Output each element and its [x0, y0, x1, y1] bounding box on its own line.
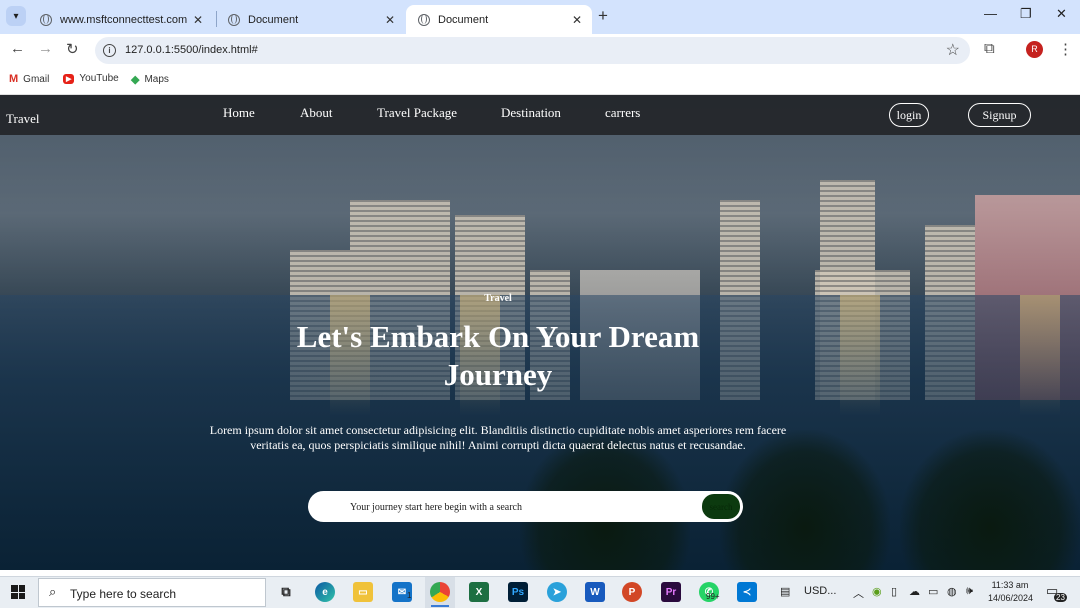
powerpoint-icon[interactable]: P	[622, 582, 642, 602]
address-bar[interactable]: i 127.0.0.1:5500/index.html# ☆	[95, 37, 970, 64]
battery-icon[interactable]: ▭	[928, 585, 938, 598]
site-brand[interactable]: Travel	[6, 111, 39, 127]
profile-avatar[interactable]: R	[1026, 41, 1043, 58]
nav-travel-package[interactable]: Travel Package	[377, 105, 457, 121]
bookmark-label: Maps	[144, 74, 169, 85]
tab-title: Document	[438, 13, 489, 26]
browser-toolbar: ← → ↻ i 127.0.0.1:5500/index.html# ☆	[0, 34, 1080, 66]
new-tab-button[interactable]: +	[598, 6, 608, 26]
whatsapp-badge: 99+	[706, 592, 720, 601]
youtube-icon: ▶	[63, 73, 75, 84]
file-explorer-icon[interactable]: ▭	[353, 582, 373, 602]
taskbar-search-box[interactable]: ⌕ Type here to search	[38, 578, 266, 607]
maps-icon: ◆	[131, 74, 140, 86]
currency-widget[interactable]: USD...	[804, 585, 836, 597]
task-view-icon[interactable]: ⧉	[276, 582, 296, 602]
close-tab-icon[interactable]: ✕	[193, 13, 203, 27]
premiere-icon[interactable]: Pr	[661, 582, 681, 602]
windows-start-icon[interactable]	[11, 585, 25, 599]
reload-icon[interactable]: ↻	[66, 40, 79, 58]
gmail-icon: M	[9, 73, 19, 85]
search-icon: ⌕	[49, 584, 57, 599]
clock-date: 14/06/2024	[988, 593, 1034, 603]
browser-tab-1[interactable]: www.msftconnecttest.com ✕	[28, 5, 213, 34]
browser-menu-icon[interactable]: ⋮	[1058, 40, 1073, 58]
forward-arrow-icon[interactable]: →	[38, 40, 53, 57]
mail-badge: 1	[407, 591, 412, 600]
tray-sync-icon[interactable]: ☁	[909, 585, 920, 598]
excel-icon[interactable]: X	[469, 582, 489, 602]
web-page: Travel Home About Travel Package Destina…	[0, 95, 1080, 570]
site-navbar: Travel Home About Travel Package Destina…	[0, 95, 1080, 135]
nav-about[interactable]: About	[300, 105, 333, 121]
hero-title: Let's Embark On Your Dream Journey	[296, 319, 700, 392]
close-window-icon[interactable]: ✕	[1056, 6, 1067, 22]
nav-carrers[interactable]: carrers	[605, 105, 640, 121]
browser-tab-bar: ▾ www.msftconnecttest.com ✕ Document ✕ D…	[0, 0, 1080, 34]
tab-title: Document	[248, 13, 299, 26]
bookmark-youtube[interactable]: ▶ YouTube	[63, 73, 119, 84]
palm-trees	[900, 430, 1080, 570]
bookmark-maps[interactable]: ◆ Maps	[131, 73, 169, 86]
edge-icon[interactable]: e	[315, 582, 335, 602]
bookmark-star-icon[interactable]: ☆	[946, 40, 960, 60]
network-icon[interactable]: ◍	[947, 585, 957, 598]
bookmark-label: YouTube	[79, 73, 119, 84]
browser-tab-2[interactable]: Document ✕	[216, 5, 405, 34]
tab-search-button[interactable]: ▾	[6, 6, 26, 26]
search-button[interactable]: search	[702, 494, 740, 519]
word-icon[interactable]: W	[585, 582, 605, 602]
url-text[interactable]: 127.0.0.1:5500/index.html#	[125, 44, 258, 56]
taskbar-clock[interactable]: 11:33 am 14/06/2024	[988, 579, 1034, 605]
tray-app-icon[interactable]: ◉	[872, 585, 882, 598]
nav-home[interactable]: Home	[223, 105, 255, 121]
currency-widget-icon[interactable]: ▤	[780, 585, 790, 598]
signup-button[interactable]: Signup	[968, 103, 1031, 127]
photoshop-icon[interactable]: Ps	[508, 582, 528, 602]
close-tab-icon[interactable]: ✕	[385, 13, 395, 27]
close-tab-icon[interactable]: ✕	[572, 13, 582, 27]
tray-device-icon[interactable]: ▯	[891, 585, 897, 598]
light-reflection	[1020, 295, 1060, 415]
chrome-icon[interactable]	[430, 582, 450, 602]
vscode-icon[interactable]: ≺	[737, 582, 757, 602]
notification-count: 23	[1054, 593, 1067, 602]
back-arrow-icon[interactable]: ←	[10, 40, 25, 57]
restore-icon[interactable]: ❐	[1020, 6, 1032, 22]
globe-icon	[228, 13, 240, 26]
hero-description: Lorem ipsum dolor sit amet consectetur a…	[209, 423, 787, 452]
hero-search-bar: search	[308, 491, 743, 522]
bookmark-gmail[interactable]: M Gmail	[9, 73, 49, 85]
hero-kicker: Travel	[484, 293, 512, 304]
windows-taskbar: ⌕ Type here to search ⧉ e ▭ ✉ 1 X Ps ➤ W…	[0, 576, 1080, 608]
site-info-icon[interactable]: i	[103, 44, 116, 57]
globe-icon	[418, 13, 430, 26]
login-button[interactable]: login	[889, 103, 929, 127]
taskbar-search-text: Type here to search	[70, 587, 177, 601]
globe-icon	[40, 13, 52, 26]
bookmark-label: Gmail	[23, 73, 50, 85]
minimize-icon[interactable]: —	[984, 6, 997, 21]
extensions-icon[interactable]: ⧉	[984, 40, 995, 57]
nav-destination[interactable]: Destination	[501, 105, 561, 121]
bookmarks-bar: M Gmail ▶ YouTube ◆ Maps	[0, 66, 1080, 95]
journey-search-input[interactable]	[348, 497, 652, 517]
show-hidden-icons-icon[interactable]: ︿	[853, 585, 864, 601]
light-reflection	[840, 295, 880, 415]
browser-tab-3-active[interactable]: Document ✕	[406, 5, 592, 34]
clock-time: 11:33 am	[991, 580, 1029, 590]
tab-title: www.msftconnecttest.com	[60, 13, 188, 26]
volume-icon[interactable]: 🕪	[966, 585, 973, 598]
telegram-icon[interactable]: ➤	[547, 582, 567, 602]
